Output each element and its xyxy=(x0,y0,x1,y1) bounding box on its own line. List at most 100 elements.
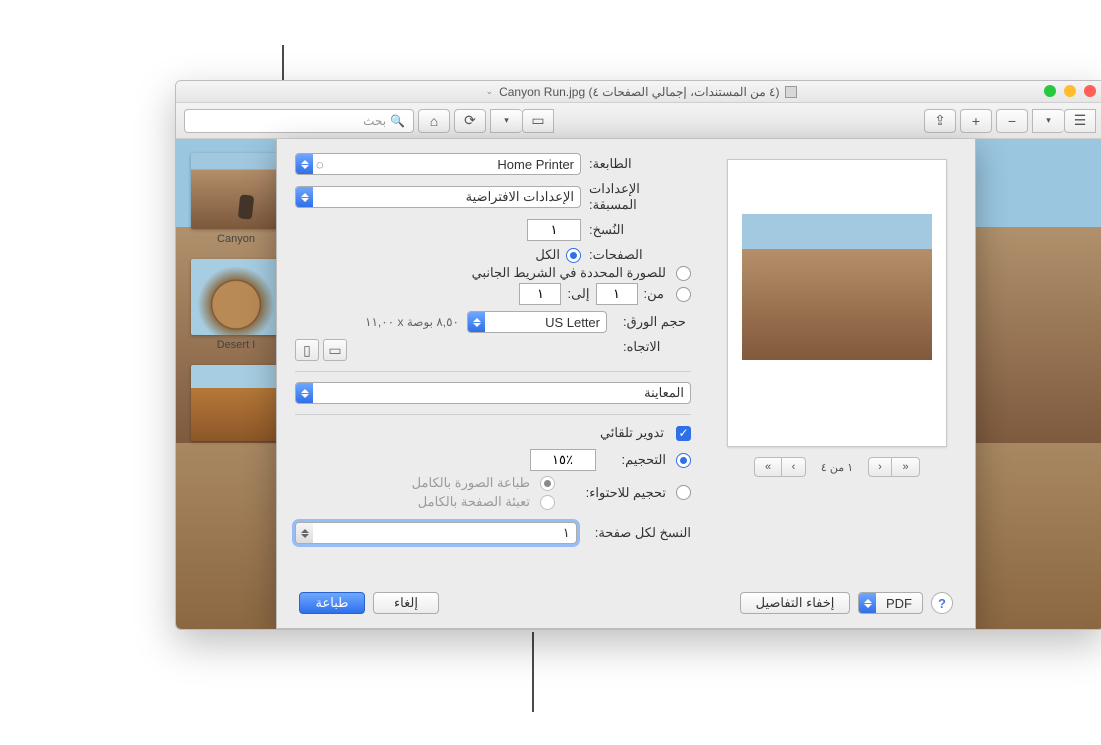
printer-popup[interactable]: ◌ Home Printer xyxy=(295,153,581,175)
thumbnail-item[interactable]: Canyon xyxy=(186,153,286,245)
updown-arrows-icon xyxy=(468,312,485,332)
sidebar-icon: ☰ xyxy=(1074,112,1087,129)
pdf-label: PDF xyxy=(876,596,922,611)
search-input[interactable]: 🔍 بحث xyxy=(184,109,414,133)
updown-arrows-icon xyxy=(296,154,313,174)
auto-rotate-label: تدوير تلقائي xyxy=(600,425,664,441)
zoom-out-button[interactable]: − xyxy=(996,109,1028,133)
presets-value: الإعدادات الافتراضية xyxy=(316,189,574,205)
print-sheet: « ‹ ١ من ٤ › » الطا xyxy=(276,139,976,629)
updown-arrows-icon xyxy=(296,187,313,207)
chevron-right-icon: › xyxy=(878,461,882,473)
pager-last-button[interactable]: » xyxy=(892,457,920,477)
fill-whole-page-radio[interactable] xyxy=(540,495,555,510)
background-photo-detail xyxy=(980,485,1101,630)
paper-size-popup[interactable]: US Letter xyxy=(467,311,607,333)
chevron-down-icon: ▾ xyxy=(1046,115,1051,126)
scale-radio[interactable] xyxy=(676,453,691,468)
pager-label: ١ من ٤ xyxy=(812,461,862,474)
copies-per-page-label: النسخ لكل صفحة: xyxy=(595,525,691,541)
auto-rotate-checkbox[interactable]: ✓ xyxy=(676,426,691,441)
close-button[interactable] xyxy=(1084,85,1096,97)
copies-label: النُسخ: xyxy=(581,222,691,238)
chevron-left-icon: ‹ xyxy=(792,461,796,473)
to-label: إلى: xyxy=(567,286,589,302)
orientation-landscape-button[interactable]: ▭ xyxy=(323,339,347,361)
from-input[interactable] xyxy=(596,283,638,305)
print-preview-image xyxy=(742,214,932,360)
view-mode-button[interactable]: ☰ xyxy=(1064,109,1096,133)
printer-status-icon: ◌ xyxy=(316,157,324,172)
pages-all-radio[interactable] xyxy=(566,248,581,263)
copies-input[interactable] xyxy=(527,219,581,241)
print-whole-image-label: طباعة الصورة بالكامل xyxy=(412,475,530,491)
paper-dimensions: ٨,٥٠ بوصة x ‏١١,٠٠ xyxy=(365,315,459,329)
print-preview-page xyxy=(727,159,947,447)
scale-input[interactable] xyxy=(530,449,596,471)
updown-arrows-icon xyxy=(859,593,876,613)
thumbnail-label: Desert I xyxy=(217,339,256,351)
minimize-button[interactable] xyxy=(1064,85,1076,97)
search-icon: 🔍 xyxy=(390,114,405,128)
title-menu-chevron-icon[interactable]: ⌄ xyxy=(486,86,494,97)
print-options-form: الطابعة: ◌ Home Printer الإعدادات المسبق… xyxy=(295,153,691,544)
print-section-popup[interactable]: المعاينة xyxy=(295,382,691,404)
print-button[interactable]: طباعة xyxy=(299,592,365,614)
pages-label: الصفحات: xyxy=(581,247,691,263)
highlight-arrow[interactable]: ▾ xyxy=(490,109,522,133)
highlight-button[interactable]: ▭ xyxy=(522,109,554,133)
view-mode-arrow[interactable]: ▾ xyxy=(1032,109,1064,133)
pages-selected-radio[interactable] xyxy=(676,266,691,281)
window-title: Canyon Run.jpg (٤ من المستندات، إجمالي ا… xyxy=(499,85,779,99)
portrait-icon: ▯ xyxy=(303,342,311,359)
pages-range-radio[interactable] xyxy=(676,287,691,302)
printer-value: Home Printer xyxy=(328,157,574,172)
orientation-portrait-button[interactable]: ▯ xyxy=(295,339,319,361)
to-input[interactable] xyxy=(519,283,561,305)
print-preview-column: « ‹ ١ من ٤ › » xyxy=(717,159,957,477)
preview-pager: « ‹ ١ من ٤ › » xyxy=(717,457,957,477)
hide-details-button[interactable]: إخفاء التفاصيل xyxy=(740,592,850,614)
printer-label: الطابعة: xyxy=(581,156,691,172)
pager-prev-button[interactable]: ‹ xyxy=(782,457,806,477)
presets-popup[interactable]: الإعدادات الافتراضية xyxy=(295,186,581,208)
zoom-in-button[interactable]: + xyxy=(960,109,992,133)
pager-first-button[interactable]: « xyxy=(754,457,782,477)
presets-label: الإعدادات المسبقة: xyxy=(581,181,691,213)
rotate-icon: ⟳ xyxy=(464,112,476,129)
pdf-menu-button[interactable]: PDF xyxy=(858,592,923,614)
print-section-value: المعاينة xyxy=(316,385,684,401)
print-whole-image-radio[interactable] xyxy=(540,476,555,491)
search-placeholder: بحث xyxy=(363,114,386,128)
double-chevron-left-icon: « xyxy=(765,461,771,473)
magnifier-minus-icon: − xyxy=(1008,113,1016,129)
thumbnail-item[interactable] xyxy=(186,365,286,445)
from-label: من: xyxy=(644,286,664,302)
scale-to-fit-radio[interactable] xyxy=(676,485,691,500)
thumbnail-label: Canyon xyxy=(217,233,255,245)
rotate-button[interactable]: ⟳ xyxy=(454,109,486,133)
thumbnail-item[interactable]: Desert I xyxy=(186,259,286,351)
pager-next-button[interactable]: › xyxy=(868,457,892,477)
section-divider xyxy=(295,414,691,415)
landscape-icon: ▭ xyxy=(328,342,341,359)
updown-arrows-icon xyxy=(296,383,313,403)
sheet-buttons-bar: ? PDF إخفاء التفاصيل إلغاء طباعة xyxy=(295,592,957,614)
maximize-button[interactable] xyxy=(1044,85,1056,97)
magnifier-plus-icon: + xyxy=(972,113,980,129)
share-icon: ⇪ xyxy=(934,112,946,129)
pages-selected-label: للصورة المحددة في الشريط الجانبي xyxy=(472,265,666,281)
window-titlebar: ⌄ Canyon Run.jpg (٤ من المستندات، إجمالي… xyxy=(176,81,1101,103)
cancel-button[interactable]: إلغاء xyxy=(373,592,439,614)
help-button[interactable]: ? xyxy=(931,592,953,614)
scale-label: التحجيم: xyxy=(622,452,666,468)
updown-arrows-icon xyxy=(296,523,313,543)
copies-per-page-popup[interactable]: ١ xyxy=(295,522,577,544)
orientation-label: الاتجاه: xyxy=(615,339,691,355)
markup-button[interactable]: ⌂ xyxy=(418,109,450,133)
highlighter-icon: ▭ xyxy=(531,112,544,129)
copies-per-page-value: ١ xyxy=(316,525,570,541)
window-traffic-lights xyxy=(1044,85,1096,97)
share-button[interactable]: ⇪ xyxy=(924,109,956,133)
double-chevron-right-icon: » xyxy=(902,461,908,473)
